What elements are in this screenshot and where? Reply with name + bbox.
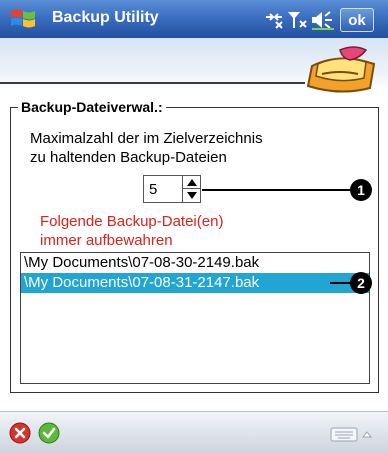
callout-1: 1: [350, 179, 372, 201]
list-item[interactable]: \My Documents\07-08-30-2149.bak: [21, 253, 369, 273]
bottom-bar: [0, 411, 388, 453]
windows-flag-icon[interactable]: [8, 5, 38, 33]
callout-line-1: [202, 189, 350, 191]
callout-line-2: [330, 282, 352, 284]
arrow-up-icon: [186, 178, 197, 186]
title-bar: Backup Utility ok: [0, 0, 388, 38]
arrow-down-icon: [186, 192, 197, 199]
stepper-up-button[interactable]: [183, 176, 200, 189]
stepper-buttons: [182, 176, 200, 202]
backup-utility-logo: [306, 46, 376, 93]
confirm-icon[interactable]: [38, 422, 60, 444]
signal-icon[interactable]: [286, 9, 312, 31]
group-title: Backup-Dateiverwal.:: [18, 99, 166, 115]
keep-files-note: Folgende Backup-Datei(en) immer aufbewah…: [40, 212, 280, 250]
backup-file-list[interactable]: \My Documents\07-08-30-2149.bak \My Docu…: [20, 252, 370, 384]
keyboard-icon[interactable]: [330, 425, 374, 443]
description-line-2: zu haltenden Backup-Dateien: [30, 149, 227, 166]
max-files-description: Maximalzahl der im Zielverzeichnis zu ha…: [30, 129, 290, 167]
note-line-2: immer aufbewahren: [40, 232, 173, 249]
connectivity-icon[interactable]: [262, 9, 288, 31]
list-item-selected[interactable]: \My Documents\07-08-31-2147.bak: [21, 273, 369, 293]
stepper-down-button[interactable]: [183, 189, 200, 202]
cancel-icon[interactable]: [9, 422, 31, 444]
description-line-1: Maximalzahl der im Zielverzeichnis: [30, 130, 263, 147]
max-files-value[interactable]: 5: [149, 181, 157, 198]
volume-icon[interactable]: [310, 9, 336, 31]
callout-2: 2: [350, 272, 372, 294]
window-title: Backup Utility: [52, 9, 159, 26]
header-divider: [0, 82, 305, 84]
max-files-stepper[interactable]: 5: [143, 175, 201, 203]
ok-button[interactable]: ok: [340, 8, 374, 32]
note-line-1: Folgende Backup-Datei(en): [40, 213, 224, 230]
